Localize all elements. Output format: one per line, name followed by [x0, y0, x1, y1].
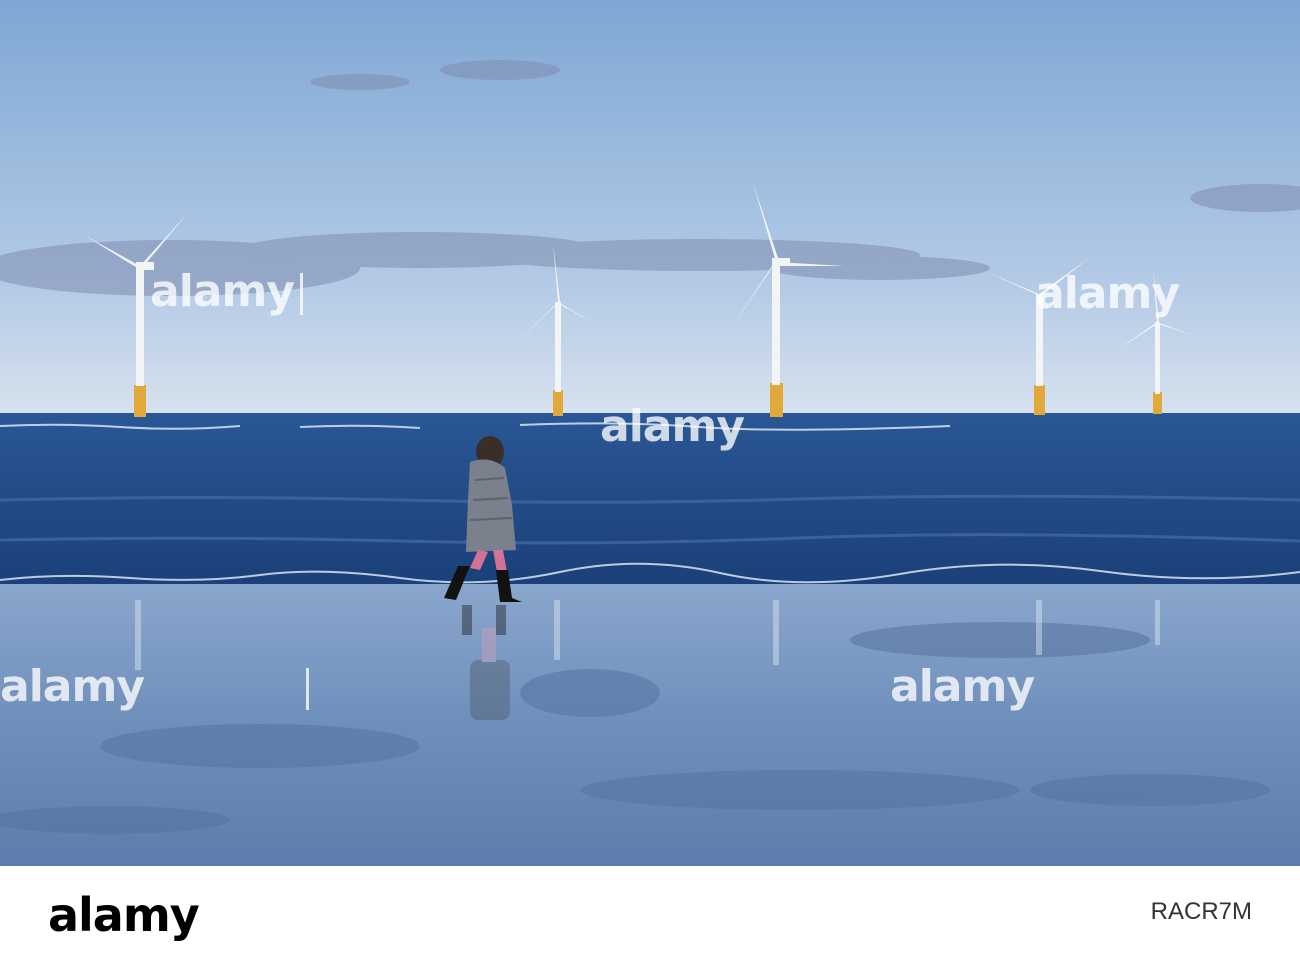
watermark — [300, 665, 315, 710]
watermark: alamy — [150, 270, 309, 315]
photo: alamy alamy alamy alamy alamy — [0, 0, 1300, 866]
watermark: alamy — [0, 661, 145, 712]
footer: alamy RACR7M — [0, 866, 1300, 956]
watermark: alamy — [600, 401, 745, 452]
image-id: RACR7M — [1150, 898, 1252, 925]
sky — [0, 0, 1300, 415]
footer-logo: alamy — [48, 888, 200, 942]
watermark: alamy — [890, 661, 1035, 712]
watermark: alamy — [1035, 268, 1180, 319]
